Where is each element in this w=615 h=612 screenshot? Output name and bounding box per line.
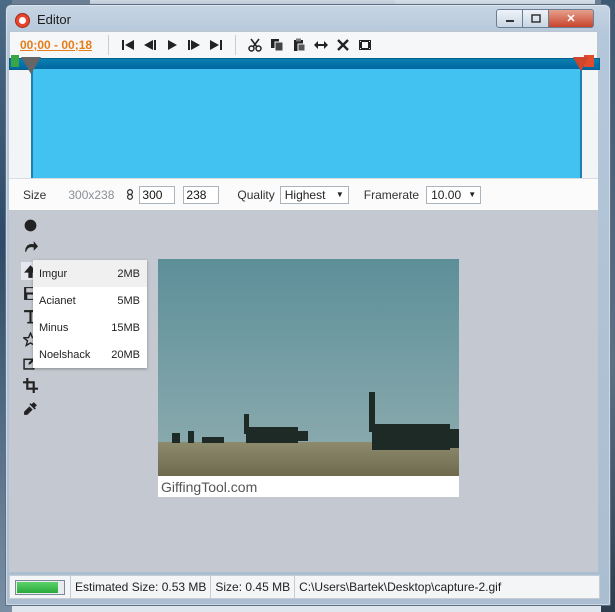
upload-option-size: 15MB — [111, 321, 140, 334]
chevron-down-icon: ▼ — [335, 190, 344, 199]
gif-watermark: GiffingTool.com — [161, 479, 258, 495]
record-tool[interactable] — [21, 216, 39, 234]
upload-option-size: 5MB — [117, 294, 140, 307]
quality-label: Quality — [237, 187, 275, 202]
minimize-button[interactable] — [496, 9, 523, 28]
last-frame-button[interactable] — [205, 35, 227, 55]
delete-button[interactable] — [332, 35, 354, 55]
last-frame-icon — [210, 40, 222, 50]
film-icon — [359, 40, 371, 50]
toolbar-separator — [108, 35, 109, 55]
file-path: C:\Users\Bartek\Desktop\capture-2.gif — [294, 576, 505, 598]
trim-end-handle[interactable] — [573, 57, 589, 71]
play-icon — [168, 40, 177, 50]
original-size: 300x238 — [68, 187, 115, 202]
first-frame-icon — [122, 40, 134, 50]
redo-icon — [24, 240, 38, 252]
gif-preview: GiffingTool.com — [158, 259, 459, 497]
record-icon — [24, 219, 36, 231]
upload-option-imgur[interactable]: Imgur 2MB — [33, 260, 147, 287]
height-input[interactable] — [183, 185, 220, 204]
progress-fill — [17, 581, 59, 593]
app-icon — [16, 14, 29, 27]
editor-toolbar: 00;00 - 00;18 — [9, 31, 598, 59]
cut-button[interactable] — [244, 35, 266, 55]
close-icon: ✕ — [566, 13, 576, 25]
paste-icon — [294, 38, 306, 52]
upload-option-size: 2MB — [117, 267, 140, 280]
framerate-value: 10.00 — [431, 187, 462, 202]
next-frame-icon — [188, 40, 200, 50]
progress-bar — [15, 579, 65, 595]
resize-button[interactable] — [310, 35, 332, 55]
next-frame-button[interactable] — [183, 35, 205, 55]
play-button[interactable] — [161, 35, 183, 55]
quality-select[interactable]: Highest ▼ — [279, 185, 349, 204]
quality-value: Highest — [284, 187, 326, 202]
paste-button[interactable] — [288, 35, 310, 55]
link-icon[interactable] — [126, 188, 136, 201]
maximize-icon — [530, 14, 541, 23]
size-label: Size — [23, 187, 47, 202]
gif-frame-image — [158, 259, 459, 476]
window-title: Editor — [37, 12, 71, 27]
eyedropper-icon — [23, 401, 37, 415]
crop-icon — [22, 377, 38, 393]
upload-option-acianet[interactable]: Acianet 5MB — [33, 287, 147, 314]
upload-option-name: Noelshack — [39, 348, 91, 361]
copy-icon — [271, 39, 284, 52]
previous-frame-icon — [144, 40, 156, 50]
upload-option-name: Acianet — [39, 294, 76, 307]
upload-option-name: Imgur — [39, 267, 68, 280]
title-bar[interactable]: Editor ✕ — [6, 5, 610, 33]
trim-start-handle[interactable] — [21, 57, 41, 74]
status-bar: Estimated Size: 0.53 MB Size: 0.45 MB C:… — [9, 575, 600, 599]
resize-icon — [314, 41, 328, 49]
estimated-size: Estimated Size: 0.53 MB — [70, 576, 210, 598]
time-range-link[interactable]: 00;00 - 00;18 — [20, 38, 100, 52]
previous-frame-button[interactable] — [139, 35, 161, 55]
chevron-down-icon: ▼ — [468, 190, 477, 199]
width-input[interactable] — [139, 185, 176, 204]
minimize-icon — [505, 19, 514, 22]
upload-option-name: Minus — [39, 321, 69, 334]
delete-icon — [337, 39, 349, 51]
eyedropper-tool[interactable] — [21, 399, 39, 417]
upload-option-size: 20MB — [111, 348, 140, 361]
timeline-start-marker — [11, 55, 19, 67]
crop-tool[interactable] — [21, 376, 39, 394]
settings-bar: Size 300x238 Quality Highest ▼ Framerate… — [9, 178, 598, 211]
redo-tool[interactable] — [21, 238, 39, 256]
cut-icon — [248, 38, 262, 52]
timeline-selection[interactable] — [31, 69, 582, 178]
toolbar-separator — [235, 35, 236, 55]
close-button[interactable]: ✕ — [548, 9, 594, 28]
upload-option-minus[interactable]: Minus 15MB — [33, 314, 147, 341]
framerate-label: Framerate — [363, 187, 420, 202]
film-button[interactable] — [354, 35, 376, 55]
upload-option-noelshack[interactable]: Noelshack 20MB — [33, 341, 147, 368]
maximize-button[interactable] — [522, 9, 549, 28]
framerate-select[interactable]: 10.00 ▼ — [426, 185, 482, 204]
copy-button[interactable] — [266, 35, 288, 55]
file-size: Size: 0.45 MB — [210, 576, 294, 598]
first-frame-button[interactable] — [117, 35, 139, 55]
upload-menu: Imgur 2MB Acianet 5MB Minus 15MB Noelsha… — [33, 260, 147, 368]
